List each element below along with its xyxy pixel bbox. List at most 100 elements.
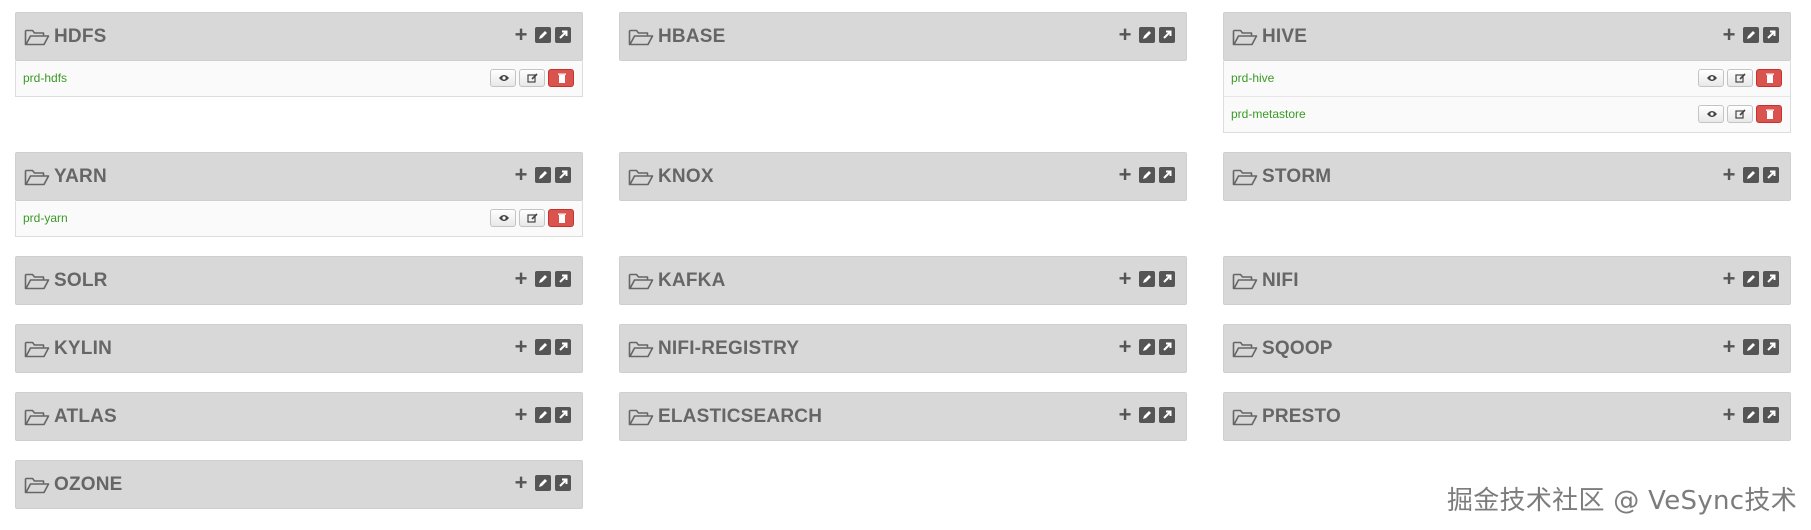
service-panel-knox: KNOX +	[619, 152, 1187, 201]
service-instance-list: prd-yarn	[15, 201, 583, 237]
edit-service-button[interactable]	[535, 339, 551, 355]
add-service-button[interactable]: +	[513, 24, 529, 46]
service-panel-atlas: ATLAS +	[15, 392, 583, 441]
add-service-button[interactable]: +	[1721, 164, 1737, 186]
service-header: SQOOP +	[1223, 324, 1791, 373]
add-service-button[interactable]: +	[1117, 336, 1133, 358]
service-instance-link[interactable]: prd-metastore	[1231, 107, 1306, 121]
folder-open-icon	[1232, 406, 1258, 428]
service-actions: +	[1117, 24, 1175, 46]
add-service-button[interactable]: +	[1721, 24, 1737, 46]
service-actions: +	[513, 336, 571, 358]
edit-service-button[interactable]	[535, 475, 551, 491]
watermark-text: 掘金技术社区 @ VeSync技术	[1446, 486, 1797, 516]
edit-service-button[interactable]	[1743, 407, 1759, 423]
service-panel-nifi: NIFI +	[1223, 256, 1791, 305]
open-service-button[interactable]	[1763, 167, 1779, 183]
service-panel-elasticsearch: ELASTICSEARCH +	[619, 392, 1187, 441]
open-service-button[interactable]	[1159, 407, 1175, 423]
open-service-button[interactable]	[1763, 407, 1779, 423]
folder-open-icon	[24, 166, 50, 188]
open-service-button[interactable]	[555, 271, 571, 287]
service-panel-nifi-registry: NIFI-REGISTRY +	[619, 324, 1187, 373]
open-service-button[interactable]	[1763, 339, 1779, 355]
edit-service-button[interactable]	[1139, 339, 1155, 355]
open-service-button[interactable]	[1763, 27, 1779, 43]
add-service-button[interactable]: +	[513, 404, 529, 426]
add-service-button[interactable]: +	[1117, 24, 1133, 46]
row-actions	[490, 209, 574, 227]
edit-service-button[interactable]	[535, 27, 551, 43]
add-service-button[interactable]: +	[1117, 404, 1133, 426]
add-service-button[interactable]: +	[1721, 268, 1737, 290]
delete-button[interactable]	[548, 209, 574, 227]
edit-button[interactable]	[1727, 105, 1753, 123]
view-button[interactable]	[1698, 105, 1724, 123]
delete-button[interactable]	[1756, 105, 1782, 123]
open-service-button[interactable]	[555, 339, 571, 355]
edit-service-button[interactable]	[1743, 167, 1759, 183]
add-service-button[interactable]: +	[513, 268, 529, 290]
service-actions: +	[1721, 24, 1779, 46]
open-service-button[interactable]	[555, 27, 571, 43]
add-service-button[interactable]: +	[513, 164, 529, 186]
edit-button[interactable]	[519, 209, 545, 227]
edit-button[interactable]	[1727, 69, 1753, 87]
service-actions: +	[1117, 268, 1175, 290]
open-service-button[interactable]	[1159, 271, 1175, 287]
open-service-button[interactable]	[1159, 339, 1175, 355]
open-service-button[interactable]	[1763, 271, 1779, 287]
view-button[interactable]	[490, 69, 516, 87]
service-actions: +	[1721, 268, 1779, 290]
add-service-button[interactable]: +	[513, 336, 529, 358]
folder-open-icon	[628, 406, 654, 428]
view-button[interactable]	[490, 209, 516, 227]
service-panel-hive: HIVE + prd-hive prd-metastore	[1223, 12, 1791, 133]
edit-service-button[interactable]	[1743, 27, 1759, 43]
edit-service-button[interactable]	[1139, 167, 1155, 183]
open-service-button[interactable]	[555, 475, 571, 491]
add-service-button[interactable]: +	[1721, 404, 1737, 426]
service-title: STORM	[1262, 165, 1332, 187]
service-actions: +	[1117, 404, 1175, 426]
service-title: HDFS	[54, 25, 107, 47]
edit-service-button[interactable]	[535, 271, 551, 287]
add-service-button[interactable]: +	[513, 472, 529, 494]
service-actions: +	[513, 268, 571, 290]
service-instance-link[interactable]: prd-hdfs	[23, 71, 67, 85]
service-panel-kafka: KAFKA +	[619, 256, 1187, 305]
open-service-button[interactable]	[1159, 167, 1175, 183]
edit-service-button[interactable]	[535, 407, 551, 423]
open-service-button[interactable]	[1159, 27, 1175, 43]
service-title: SOLR	[54, 269, 108, 291]
add-service-button[interactable]: +	[1117, 164, 1133, 186]
service-panel-sqoop: SQOOP +	[1223, 324, 1791, 373]
edit-service-button[interactable]	[1139, 27, 1155, 43]
service-header: ATLAS +	[15, 392, 583, 441]
service-title: NIFI	[1262, 269, 1299, 291]
edit-service-button[interactable]	[1139, 407, 1155, 423]
service-instance-link[interactable]: prd-hive	[1231, 71, 1274, 85]
service-panel-presto: PRESTO +	[1223, 392, 1791, 441]
service-header: HIVE +	[1223, 12, 1791, 61]
list-item: prd-metastore	[1224, 96, 1790, 132]
open-service-button[interactable]	[555, 407, 571, 423]
edit-service-button[interactable]	[535, 167, 551, 183]
edit-button[interactable]	[519, 69, 545, 87]
add-service-button[interactable]: +	[1721, 336, 1737, 358]
service-actions: +	[1721, 164, 1779, 186]
edit-service-button[interactable]	[1139, 271, 1155, 287]
list-item: prd-hdfs	[16, 61, 582, 96]
open-service-button[interactable]	[555, 167, 571, 183]
view-button[interactable]	[1698, 69, 1724, 87]
edit-service-button[interactable]	[1743, 271, 1759, 287]
service-title: YARN	[54, 165, 107, 187]
add-service-button[interactable]: +	[1117, 268, 1133, 290]
delete-button[interactable]	[1756, 69, 1782, 87]
service-panel-storm: STORM +	[1223, 152, 1791, 201]
service-instance-link[interactable]: prd-yarn	[23, 211, 68, 225]
delete-button[interactable]	[548, 69, 574, 87]
edit-service-button[interactable]	[1743, 339, 1759, 355]
service-actions: +	[1117, 164, 1175, 186]
service-panel-ozone: OZONE +	[15, 460, 583, 509]
